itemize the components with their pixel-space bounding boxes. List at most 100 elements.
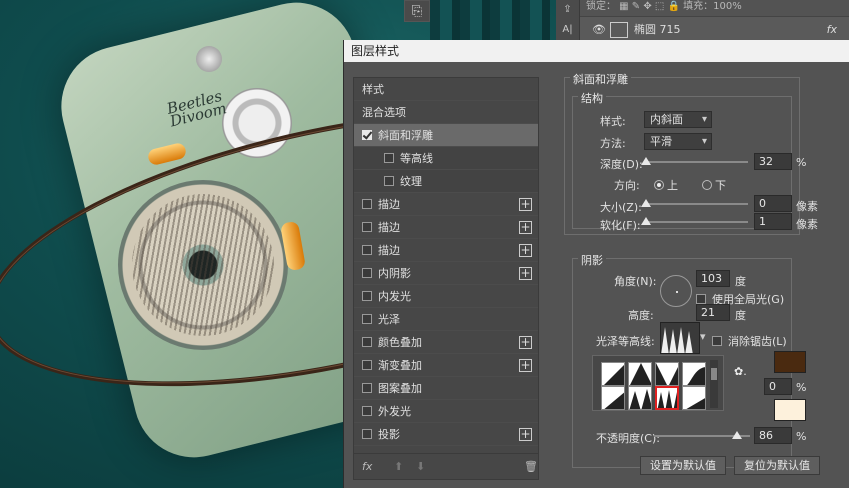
style-item[interactable]: 内阴影 + — [354, 262, 538, 285]
move-tool-icon[interactable]: ⇪ — [556, 0, 579, 20]
direction-down-radio[interactable]: 下 — [702, 177, 726, 193]
fx-menu-icon[interactable]: fx — [362, 460, 372, 473]
checkbox-icon[interactable] — [362, 222, 372, 232]
depth-unit: % — [796, 156, 807, 169]
checkbox-icon[interactable] — [362, 360, 372, 370]
knob-artwork — [196, 46, 222, 72]
gloss-contour-icon — [661, 327, 693, 353]
style-item[interactable]: 光泽 — [354, 308, 538, 331]
gloss-contour-preview[interactable] — [660, 322, 700, 354]
style-item[interactable]: 描边 + — [354, 216, 538, 239]
size-unit: 像素 — [796, 200, 818, 213]
style-item-label: 渐变叠加 — [378, 359, 422, 372]
layer-row[interactable]: 👁 椭圆 715 fx — [556, 16, 849, 42]
style-item-label: 纹理 — [400, 175, 422, 188]
picker-scroll-thumb[interactable] — [711, 368, 717, 380]
checkbox-icon[interactable] — [362, 337, 372, 347]
trash-icon[interactable]: 🗑 — [524, 460, 538, 473]
contour-half-round[interactable] — [601, 386, 625, 410]
style-item[interactable]: 描边 + — [354, 193, 538, 216]
checkbox-icon[interactable] — [384, 176, 394, 186]
depth-label: 深度(D): — [600, 158, 643, 171]
checkbox-checked-icon[interactable] — [362, 130, 372, 140]
style-item[interactable]: 纹理 — [354, 170, 538, 193]
add-effect-icon[interactable]: + — [519, 359, 532, 372]
checkbox-icon[interactable] — [362, 199, 372, 209]
antialias-checkbox[interactable]: 消除锯齿(L) — [712, 333, 787, 349]
style-item[interactable]: 图案叠加 — [354, 377, 538, 400]
add-effect-icon[interactable]: + — [519, 267, 532, 280]
contour-cone-inverted[interactable] — [655, 362, 679, 386]
shadow-color-swatch[interactable] — [774, 399, 806, 421]
soften-slider-thumb[interactable] — [641, 217, 651, 225]
checkbox-icon[interactable] — [362, 314, 372, 324]
style-label: 样式: — [600, 115, 626, 128]
style-item-label: 描边 — [378, 221, 400, 234]
angle-wheel[interactable] — [660, 275, 692, 307]
make-default-button[interactable]: 设置为默认值 — [640, 456, 726, 475]
method-label: 方法: — [600, 137, 626, 150]
contour-ring[interactable] — [628, 386, 652, 410]
reset-default-button[interactable]: 复位为默认值 — [734, 456, 820, 475]
style-item-label: 内阴影 — [378, 267, 411, 280]
style-item[interactable]: 描边 + — [354, 239, 538, 262]
layer-comp-icon[interactable]: ⎘ — [404, 0, 430, 22]
style-item[interactable]: 等高线 — [354, 147, 538, 170]
gloss-dropdown-arrow[interactable]: ▾ — [700, 330, 706, 343]
altitude-input[interactable]: 21 — [696, 304, 730, 321]
depth-slider[interactable] — [646, 161, 748, 163]
checkbox-icon[interactable] — [362, 245, 372, 255]
checkbox-icon[interactable] — [384, 153, 394, 163]
size-slider[interactable] — [646, 203, 748, 205]
soften-input[interactable]: 1 — [754, 213, 792, 230]
add-effect-icon[interactable]: + — [519, 198, 532, 211]
structure-title: 结构 — [578, 90, 606, 106]
opacity-slider-thumb[interactable] — [731, 431, 742, 439]
gear-icon[interactable]: ✿. — [734, 365, 747, 378]
move-down-icon[interactable]: ⬇ — [416, 460, 425, 473]
size-label: 大小(Z): — [600, 201, 642, 214]
style-item-label: 描边 — [378, 198, 400, 211]
style-item[interactable]: 颜色叠加 + — [354, 331, 538, 354]
picker-scrollbar[interactable] — [710, 360, 718, 408]
depth-slider-thumb[interactable] — [641, 157, 651, 165]
contour-cone[interactable] — [628, 362, 652, 386]
style-item[interactable]: 斜面和浮雕 — [354, 124, 538, 147]
text-tool-icon[interactable]: A| — [556, 20, 579, 40]
move-up-icon[interactable]: ⬆ — [394, 460, 403, 473]
blend-options[interactable]: 混合选项 — [354, 101, 538, 124]
checkbox-icon[interactable] — [362, 291, 372, 301]
highlight-color-swatch[interactable] — [774, 351, 806, 373]
contour-gaussian[interactable] — [682, 362, 706, 386]
soften-slider[interactable] — [646, 221, 748, 223]
layer-thumbnail — [610, 22, 628, 38]
style-item-label: 图案叠加 — [378, 382, 422, 395]
add-effect-icon[interactable]: + — [519, 244, 532, 257]
direction-up-radio[interactable]: 上 — [654, 177, 678, 193]
depth-input[interactable]: 32 — [754, 153, 792, 170]
altitude-label: 高度: — [628, 309, 654, 322]
checkbox-icon[interactable] — [362, 383, 372, 393]
angle-input[interactable]: 103 — [696, 270, 730, 287]
style-item[interactable]: 投影 + — [354, 423, 538, 446]
size-slider-thumb[interactable] — [641, 199, 651, 207]
checkbox-icon[interactable] — [362, 268, 372, 278]
bevel-style-select[interactable]: 内斜面 — [644, 111, 712, 128]
add-effect-icon[interactable]: + — [519, 428, 532, 441]
contour-sawtooth[interactable] — [682, 386, 706, 410]
contour-linear[interactable] — [601, 362, 625, 386]
checkbox-icon[interactable] — [362, 406, 372, 416]
style-item[interactable]: 内发光 — [354, 285, 538, 308]
styles-header[interactable]: 样式 — [354, 78, 538, 101]
style-item-label: 斜面和浮雕 — [378, 129, 433, 142]
size-input[interactable]: 0 — [754, 195, 792, 212]
add-effect-icon[interactable]: + — [519, 336, 532, 349]
opacity-input[interactable]: 86 — [754, 427, 792, 444]
contour-ring-triple[interactable] — [655, 386, 679, 410]
style-item[interactable]: 渐变叠加 + — [354, 354, 538, 377]
add-effect-icon[interactable]: + — [519, 221, 532, 234]
style-item[interactable]: 外发光 — [354, 400, 538, 423]
technique-select[interactable]: 平滑 — [644, 133, 712, 150]
checkbox-icon[interactable] — [362, 429, 372, 439]
highlight-opacity-input[interactable]: 0 — [764, 378, 792, 395]
